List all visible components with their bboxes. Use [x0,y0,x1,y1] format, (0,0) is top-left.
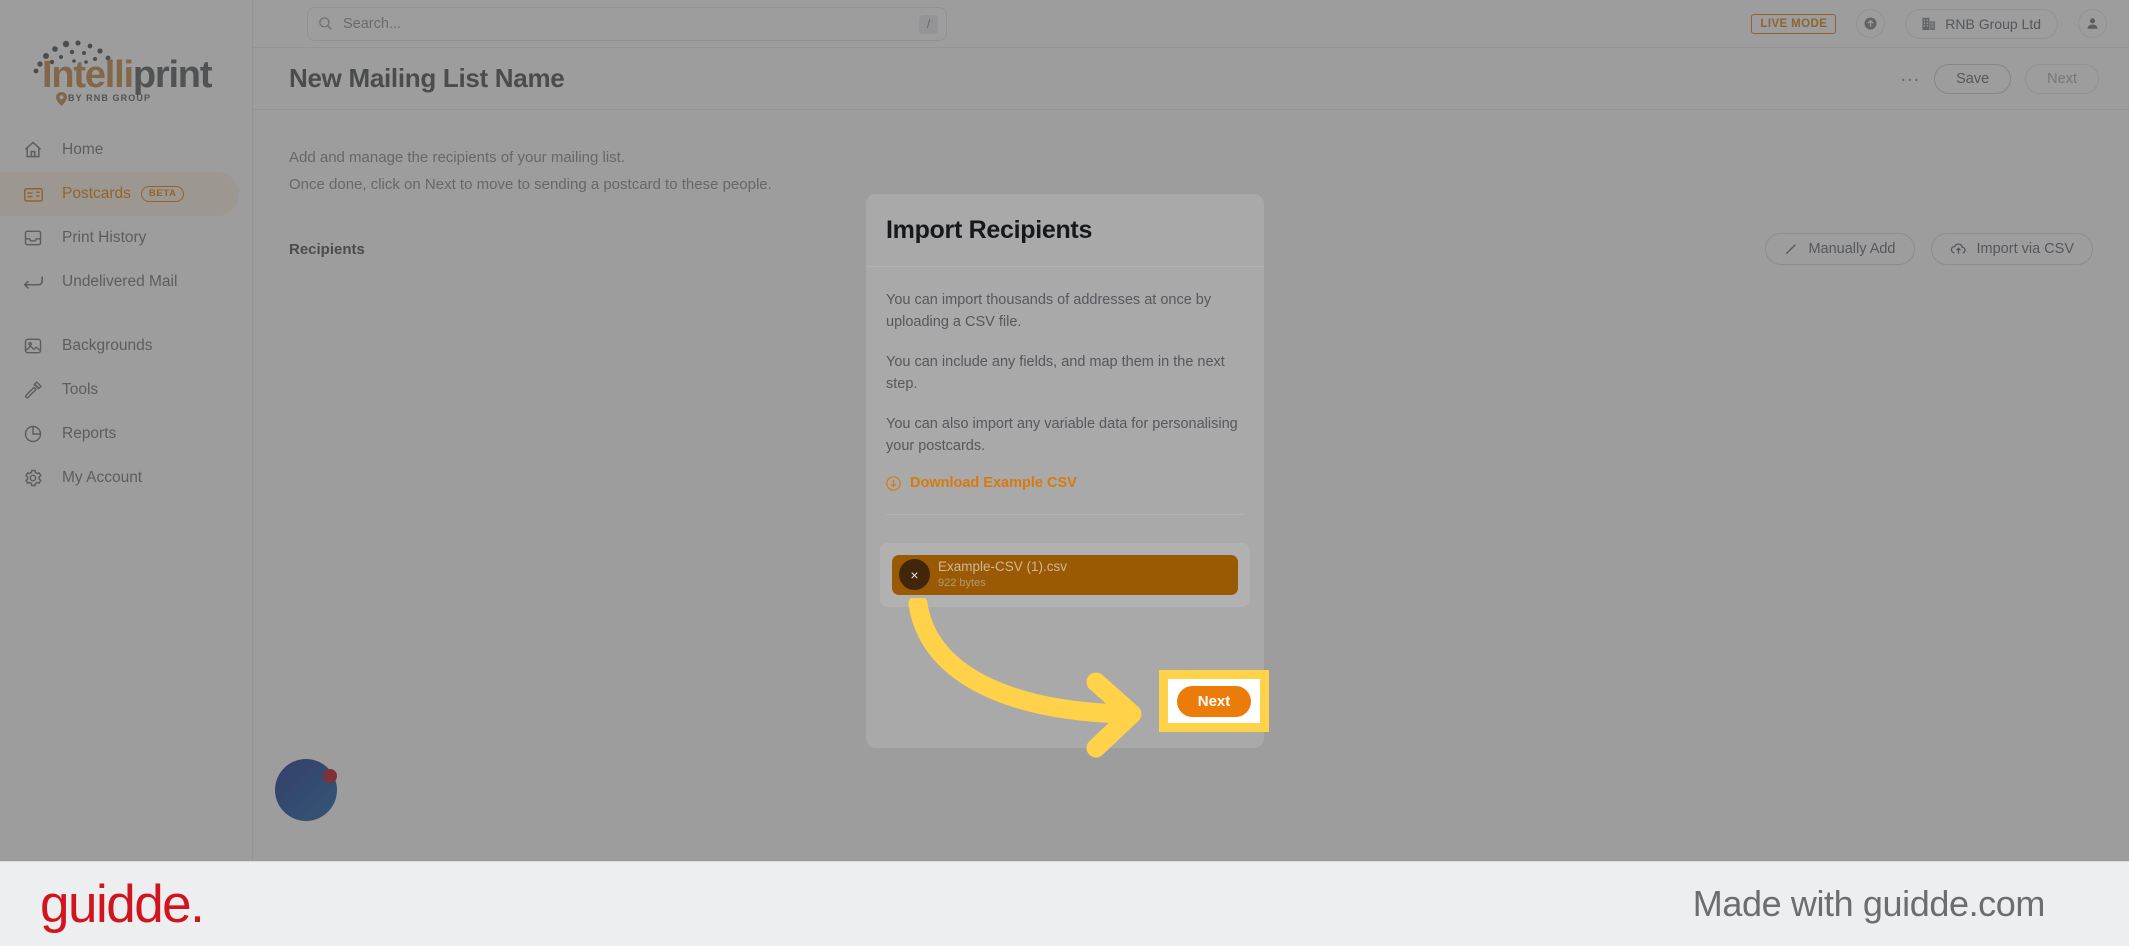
uploaded-file-size: 922 bytes [938,577,986,589]
app-root: Intelliprint BY RNB GROUP Home [0,0,2129,946]
modal-title: Import Recipients [886,215,1093,244]
modal-next-button[interactable]: Next [1176,685,1252,717]
guidde-footer-bar: guidde. Made with guidde.com [0,861,2129,946]
download-example-csv-link[interactable]: Download Example CSV [886,475,1244,491]
guidde-logo: guidde. [40,874,205,934]
modal-paragraph-1: You can import thousands of addresses at… [886,292,1212,330]
modal-divider [886,514,1244,515]
uploaded-file-info: Example-CSV (1).csv 922 bytes [938,560,1067,590]
remove-file-button[interactable]: × [899,559,930,590]
csv-dropzone[interactable]: × Example-CSV (1).csv 922 bytes [880,543,1250,607]
made-with-guidde-label: Made with guidde.com [1692,883,2046,924]
modal-header: Import Recipients [866,194,1264,267]
download-circle-icon [886,475,901,491]
download-example-csv-label: Download Example CSV [910,475,1077,491]
uploaded-file-name: Example-CSV (1).csv [938,559,1068,574]
modal-body: You can import thousands of addresses at… [866,267,1264,515]
modal-paragraph-2: You can include any fields, and map them… [886,354,1225,392]
uploaded-file-chip: × Example-CSV (1).csv 922 bytes [892,555,1238,595]
import-recipients-modal: Import Recipients You can import thousan… [866,194,1264,748]
modal-paragraph-3: You can also import any variable data fo… [886,416,1238,454]
next-button-highlight: Next [1159,670,1269,732]
next-button-highlight-inner: Next [1168,679,1260,723]
